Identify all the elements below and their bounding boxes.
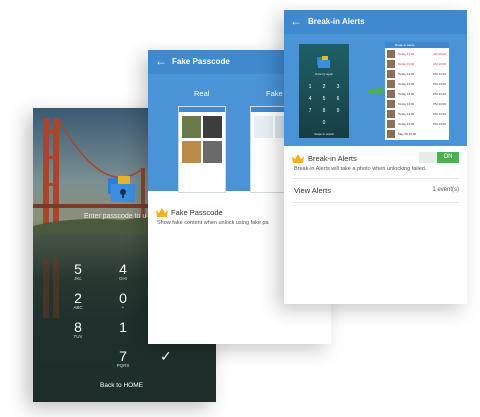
list-item: Today 13:00 PM 13:00 [387,80,447,89]
mini-lock-footer: Swipe to unlock [314,132,334,136]
back-arrow-icon[interactable]: ← [155,54,167,68]
breakin-alerts-feature-title: Break-in Alerts [308,154,357,163]
breakin-alerts-toolbar: ← Break-in Alerts [284,10,467,34]
confirm-check-icon[interactable]: ✓ [160,348,172,365]
back-to-home-button[interactable]: Back to HOME [100,382,143,389]
keypad-key[interactable]: 7 PQRS [108,349,138,369]
real-gallery-preview [178,106,226,193]
keypad-key[interactable]: 4 GHI [108,262,138,282]
app-lock-icon [108,176,135,202]
mini-list-title: Break-in Alerts [385,42,449,48]
keypad-key[interactable]: 8 TUV [63,320,93,340]
keypad-key[interactable]: 1 [108,320,138,334]
list-item: Today 13:00 AM 10:00 [387,60,447,69]
app-lock-icon [317,56,330,68]
list-item: Today 13:00 PM 13:00 [387,120,447,129]
view-alerts-button[interactable]: View Alerts [294,186,331,195]
toggle-on-label: ON [437,152,459,163]
back-arrow-icon[interactable]: ← [290,14,302,28]
mini-alert-list: Break-in Alerts Today 13:00 AM 10:00 Toda… [385,42,449,140]
list-item: Today 13:00 AM 10:00 [387,50,447,59]
event-count: 1 event(s) [432,187,459,193]
list-item: May 08 16:00 [387,130,447,139]
crown-icon [156,208,168,217]
list-item: Today 13:00 PM 13:00 [387,90,447,99]
mini-lock-prompt: Once try again [314,72,334,76]
real-label: Real [194,89,210,98]
lock-prompt: Enter passcode to u [84,213,147,220]
page-title: Fake Passcode [172,57,230,66]
page-title: Break-in Alerts [308,17,365,26]
arrow-right-icon [367,86,385,96]
fake-passcode-feature-title: Fake Passcode [171,208,223,217]
keypad-key[interactable]: 2 ABC [63,291,93,311]
divider [292,202,459,203]
divider [292,178,459,179]
keypad-key[interactable]: 0 + [108,291,138,311]
breakin-alerts-hero: Once try again 123 456 789 0 Swipe to un… [284,34,467,146]
keypad-key[interactable]: 5 JKL [63,262,93,282]
mini-lock-screen: Once try again 123 456 789 0 Swipe to un… [299,44,349,138]
breakin-alerts-screen: ← Break-in Alerts Once try again 123 456… [284,10,467,304]
crown-icon [292,154,304,163]
list-item: Today 13:00 PM 13:00 [387,70,447,79]
list-item: Today 13:00 PM 13:00 [387,110,447,119]
breakin-alerts-toggle[interactable]: ON [419,152,459,163]
breakin-alerts-feature-desc: Break-in Alerts will take a photo when u… [294,166,427,172]
list-item: Today 13:00 PM 13:00 [387,100,447,109]
fake-passcode-feature-desc: Show fake content when unlock using fake… [157,220,269,226]
fake-label: Fake [266,89,283,98]
